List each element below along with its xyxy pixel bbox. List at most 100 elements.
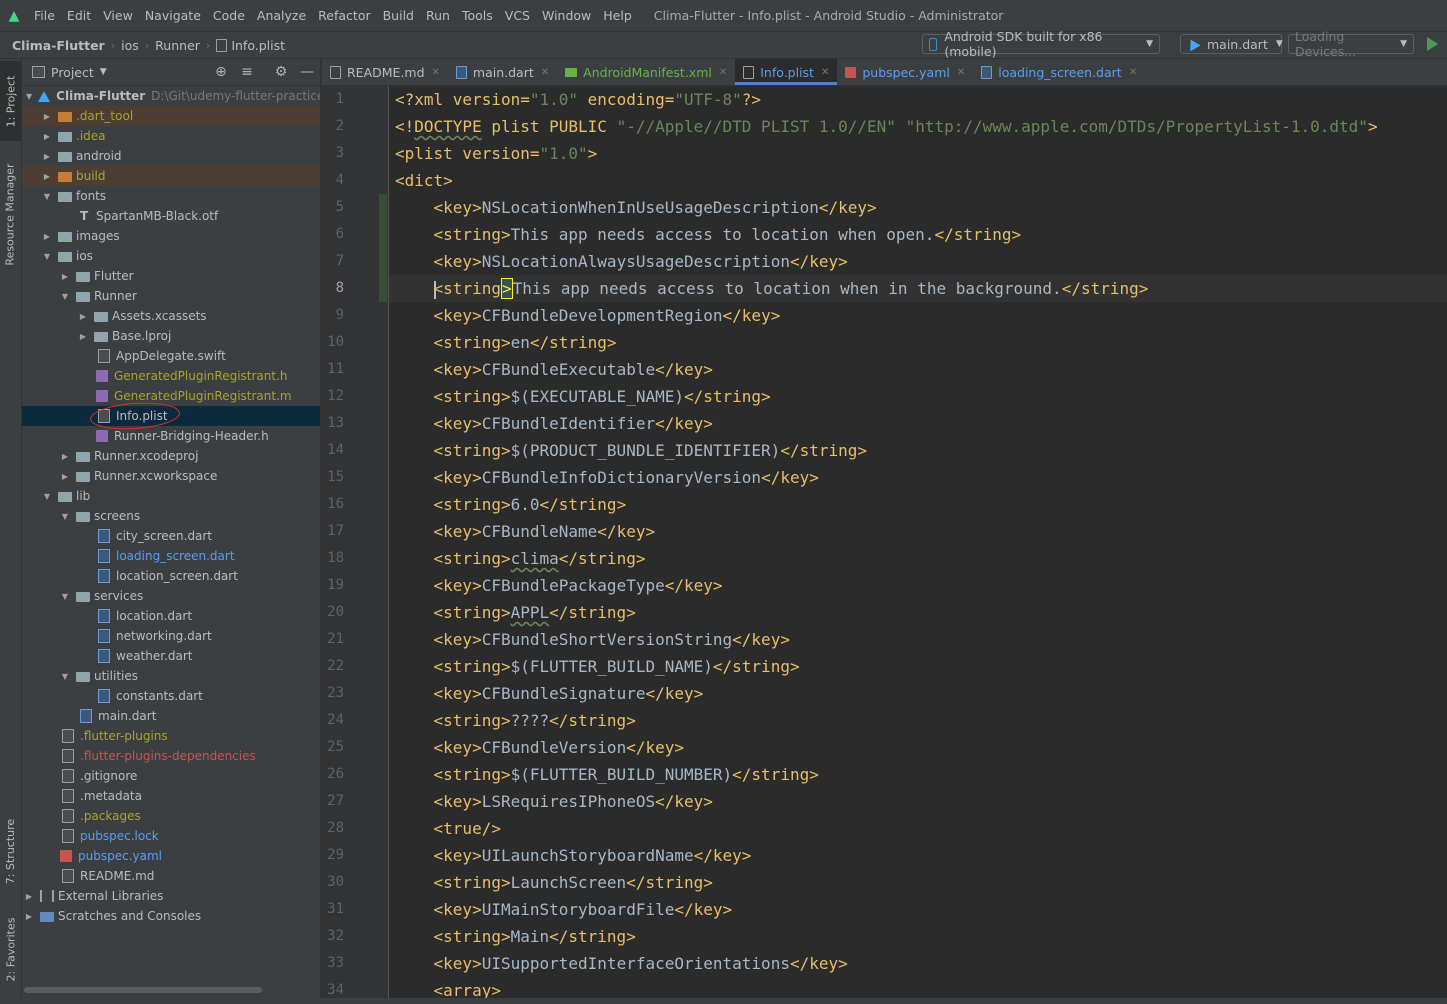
code-line[interactable]: <key>UIMainStoryboardFile</key> xyxy=(395,896,733,923)
code-line[interactable]: <key>CFBundleInfoDictionaryVersion</key> xyxy=(395,464,819,491)
tree-item-spartan-font[interactable]: T SpartanMB-Black.otf xyxy=(22,206,320,226)
code-line[interactable]: <string>en</string> xyxy=(395,329,617,356)
code-line[interactable]: <string>clima</string> xyxy=(395,545,646,572)
menu-view[interactable]: View xyxy=(97,0,139,31)
tab-pubspec-yaml[interactable]: pubspec.yaml ✕ xyxy=(837,59,973,85)
tree-item-networking-dart[interactable]: networking.dart xyxy=(22,626,320,646)
menu-analyze[interactable]: Analyze xyxy=(251,0,312,31)
close-icon[interactable]: ✕ xyxy=(821,67,829,78)
breadcrumb-ios[interactable]: ios xyxy=(117,38,143,53)
scrollbar-thumb[interactable] xyxy=(24,987,262,993)
tree-item-generated-plugin-registrant-m[interactable]: GeneratedPluginRegistrant.m xyxy=(22,386,320,406)
code-line[interactable]: <string>LaunchScreen</string> xyxy=(395,869,713,896)
tab-info-plist[interactable]: Info.plist ✕ xyxy=(735,59,838,85)
tree-item-readme-md[interactable]: README.md xyxy=(22,866,320,886)
tree-item-android[interactable]: ▶ android xyxy=(22,146,320,166)
tab-loading-screen-dart[interactable]: loading_screen.dart ✕ xyxy=(973,59,1145,85)
code-editor[interactable]: <?xml version="1.0" encoding="UTF-8"?> <!… xyxy=(389,86,1447,1004)
code-line[interactable]: <key>CFBundleName</key> xyxy=(395,518,656,545)
resource-manager-tool-tab[interactable]: Resource Manager xyxy=(0,149,21,279)
code-line[interactable]: <key>CFBundleVersion</key> xyxy=(395,734,684,761)
code-line[interactable]: <?xml version="1.0" encoding="UTF-8"?> xyxy=(395,86,761,113)
devices-loading-selector[interactable]: Loading Devices... ▼ xyxy=(1288,29,1414,59)
tree-item-assets-xcassets[interactable]: ▶ Assets.xcassets xyxy=(22,306,320,326)
tree-item-dart-tool[interactable]: ▶ .dart_tool xyxy=(22,106,320,126)
tree-item-clima-flutter[interactable]: ▼ Clima-Flutter D:\Git\udemy-flutter-pra… xyxy=(22,86,320,106)
code-line[interactable]: <key>NSLocationWhenInUseUsageDescription… xyxy=(395,194,877,221)
breadcrumb-info-plist[interactable]: Info.plist xyxy=(212,38,289,53)
code-line[interactable]: <string>$(EXECUTABLE_NAME)</string> xyxy=(395,383,771,410)
tab-readme-md[interactable]: README.md ✕ xyxy=(322,59,448,85)
device-selector[interactable]: Android SDK built for x86 (mobile) ▼ xyxy=(922,29,1160,59)
tree-item-runner-xcodeproj[interactable]: ▶ Runner.xcodeproj xyxy=(22,446,320,466)
tree-item-ios[interactable]: ▼ ios xyxy=(22,246,320,266)
code-line[interactable]: <key>NSLocationAlwaysUsageDescription</k… xyxy=(395,248,848,275)
tree-item-base-lproj[interactable]: ▶ Base.lproj xyxy=(22,326,320,346)
locate-file-icon[interactable]: ⊕ xyxy=(212,63,230,81)
code-line[interactable]: <key>CFBundleDevelopmentRegion</key> xyxy=(395,302,781,329)
tree-item-pubspec-yaml[interactable]: pubspec.yaml xyxy=(22,846,320,866)
code-line[interactable]: <true/> xyxy=(395,815,501,842)
tree-item-runner-bridging-header[interactable]: Runner-Bridging-Header.h xyxy=(22,426,320,446)
code-line[interactable]: <dict> xyxy=(395,167,453,194)
tree-item-flutter-plugins-dependencies[interactable]: .flutter-plugins-dependencies xyxy=(22,746,320,766)
tree-item-weather-dart[interactable]: weather.dart xyxy=(22,646,320,666)
menu-run[interactable]: Run xyxy=(420,0,456,31)
menu-vcs[interactable]: VCS xyxy=(499,0,536,31)
tab-main-dart[interactable]: main.dart ✕ xyxy=(448,59,557,85)
tree-item-external-libraries[interactable]: ▶ External Libraries xyxy=(22,886,320,906)
code-line[interactable]: <string>6.0</string> xyxy=(395,491,627,518)
breadcrumb-runner[interactable]: Runner xyxy=(151,38,204,53)
code-line[interactable]: <string>This app needs access to locatio… xyxy=(395,221,1022,248)
tree-item-idea[interactable]: ▶ .idea xyxy=(22,126,320,146)
tree-item-pubspec-lock[interactable]: pubspec.lock xyxy=(22,826,320,846)
tree-item-build[interactable]: ▶ build xyxy=(22,166,320,186)
collapse-all-icon[interactable]: ≡ xyxy=(238,63,256,81)
run-icon[interactable] xyxy=(1427,37,1438,51)
code-line[interactable]: <plist version="1.0"> xyxy=(395,140,597,167)
close-icon[interactable]: ✕ xyxy=(957,67,965,78)
vcs-change-marker[interactable] xyxy=(379,248,387,275)
tree-item-screens[interactable]: ▼ screens xyxy=(22,506,320,526)
code-line[interactable]: <key>UISupportedInterfaceOrientations</k… xyxy=(395,950,848,977)
close-icon[interactable]: ✕ xyxy=(541,67,549,78)
tree-item-utilities[interactable]: ▼ utilities xyxy=(22,666,320,686)
close-icon[interactable]: ✕ xyxy=(432,67,440,78)
tree-item-flutter[interactable]: ▶ Flutter xyxy=(22,266,320,286)
tree-item-scratches-and-consoles[interactable]: ▶ Scratches and Consoles xyxy=(22,906,320,926)
tree-item-gitignore[interactable]: .gitignore xyxy=(22,766,320,786)
vcs-change-marker[interactable] xyxy=(379,221,387,248)
tree-item-city-screen-dart[interactable]: city_screen.dart xyxy=(22,526,320,546)
code-line[interactable]: <key>CFBundleIdentifier</key> xyxy=(395,410,713,437)
project-view-selector[interactable]: Project ▼ xyxy=(32,65,107,80)
tree-item-runner-xcworkspace[interactable]: ▶ Runner.xcworkspace xyxy=(22,466,320,486)
menu-refactor[interactable]: Refactor xyxy=(312,0,376,31)
code-line[interactable]: <key>LSRequiresIPhoneOS</key> xyxy=(395,788,713,815)
hide-pane-icon[interactable]: — xyxy=(298,63,316,81)
tree-item-flutter-plugins[interactable]: .flutter-plugins xyxy=(22,726,320,746)
code-line[interactable]: <!DOCTYPE plist PUBLIC "-//Apple//DTD PL… xyxy=(395,113,1378,140)
menu-help[interactable]: Help xyxy=(597,0,638,31)
code-line[interactable]: <string>$(FLUTTER_BUILD_NAME)</string> xyxy=(395,653,800,680)
tree-item-main-dart[interactable]: main.dart xyxy=(22,706,320,726)
code-line[interactable]: <key>CFBundleSignature</key> xyxy=(395,680,704,707)
menu-code[interactable]: Code xyxy=(207,0,251,31)
menu-navigate[interactable]: Navigate xyxy=(139,0,207,31)
vcs-change-marker[interactable] xyxy=(379,194,387,221)
code-line[interactable]: <key>CFBundlePackageType</key> xyxy=(395,572,723,599)
code-line[interactable]: <key>UILaunchStoryboardName</key> xyxy=(395,842,752,869)
code-line[interactable]: <string>$(PRODUCT_BUNDLE_IDENTIFIER)</st… xyxy=(395,437,867,464)
tree-item-loading-screen-dart[interactable]: loading_screen.dart xyxy=(22,546,320,566)
tree-item-constants-dart[interactable]: constants.dart xyxy=(22,686,320,706)
tab-android-manifest-xml[interactable]: AndroidManifest.xml ✕ xyxy=(557,59,735,85)
gear-icon[interactable]: ⚙ xyxy=(272,63,290,81)
menu-edit[interactable]: Edit xyxy=(61,0,97,31)
tree-item-fonts[interactable]: ▼ fonts xyxy=(22,186,320,206)
project-tool-tab[interactable]: 1: Project xyxy=(0,61,21,141)
tree-item-location-dart[interactable]: location.dart xyxy=(22,606,320,626)
tree-item-location-screen-dart[interactable]: location_screen.dart xyxy=(22,566,320,586)
editor-gutter[interactable]: 1 2 3 4 5 6 7 8 9 10 11 12 13 14 15 16 17 18 19 20 21 22 23 24 2… xyxy=(322,86,389,1004)
tree-item-generated-plugin-registrant-h[interactable]: GeneratedPluginRegistrant.h xyxy=(22,366,320,386)
tree-item-runner[interactable]: ▼ Runner xyxy=(22,286,320,306)
code-line[interactable]: <string>This app needs access to locatio… xyxy=(389,275,1447,302)
